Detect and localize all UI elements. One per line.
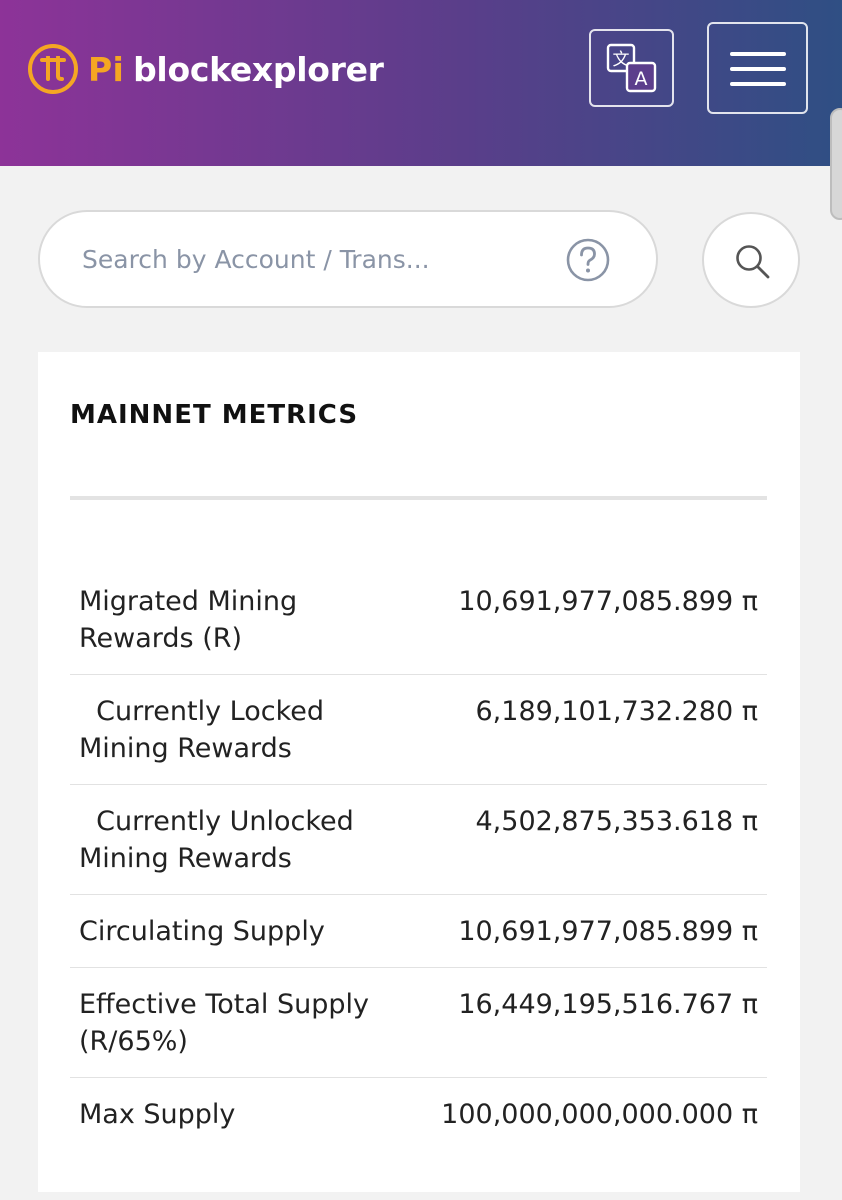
brand-pi-text: Pi (88, 49, 125, 89)
metric-row-currently-locked: Currently Locked Mining Rewards 6,189,10… (70, 693, 767, 785)
pi-logo-icon (28, 44, 78, 94)
metric-row-migrated-mining-rewards: Migrated Mining Rewards (R) 10,691,977,0… (70, 583, 767, 675)
svg-text:A: A (635, 68, 648, 90)
metric-label: Circulating Supply (79, 916, 325, 947)
metric-label: Migrated Mining Rewards (R) (79, 586, 298, 654)
metric-value: 10,691,977,085.899 π (458, 586, 758, 617)
language-button[interactable]: 文 A (589, 29, 674, 107)
metric-value: 100,000,000,000.000 π (441, 1099, 758, 1130)
brand-name-text: blockexplorer (133, 49, 384, 89)
metric-label: Effective Total Supply (R/65%) (79, 989, 370, 1057)
metric-label: Currently Unlocked Mining Rewards (79, 806, 354, 874)
search-icon (736, 245, 770, 279)
metric-value: 10,691,977,085.899 π (458, 916, 758, 947)
top-header: Pi blockexplorer 文 A (0, 0, 842, 166)
mainnet-metrics-card: MAINNET METRICS Migrated Mining Rewards … (38, 352, 800, 1192)
metric-row-currently-unlocked: Currently Unlocked Mining Rewards 4,502,… (70, 803, 767, 895)
metric-label: Currently Locked Mining Rewards (79, 696, 324, 764)
search-bar (38, 210, 658, 308)
translate-icon: 文 A (606, 43, 657, 93)
metric-label: Max Supply (79, 1099, 236, 1130)
card-title: MAINNET METRICS (70, 400, 359, 430)
metric-row-effective-total-supply: Effective Total Supply (R/65%) 16,449,19… (70, 986, 767, 1078)
question-circle-icon[interactable] (565, 237, 611, 283)
search-button[interactable] (702, 212, 800, 308)
menu-button[interactable] (707, 22, 808, 114)
divider (70, 496, 767, 500)
metric-row-circulating-supply: Circulating Supply 10,691,977,085.899 π (70, 913, 767, 968)
metric-value: 4,502,875,353.618 π (475, 806, 759, 837)
scroll-handle[interactable] (830, 108, 842, 220)
metric-value: 16,449,195,516.767 π (458, 989, 758, 1020)
pi-blockexplorer-logo[interactable]: Pi blockexplorer (28, 44, 384, 94)
metric-value: 6,189,101,732.280 π (475, 696, 759, 727)
search-input[interactable] (82, 238, 542, 280)
metric-row-max-supply: Max Supply 100,000,000,000.000 π (70, 1096, 767, 1151)
